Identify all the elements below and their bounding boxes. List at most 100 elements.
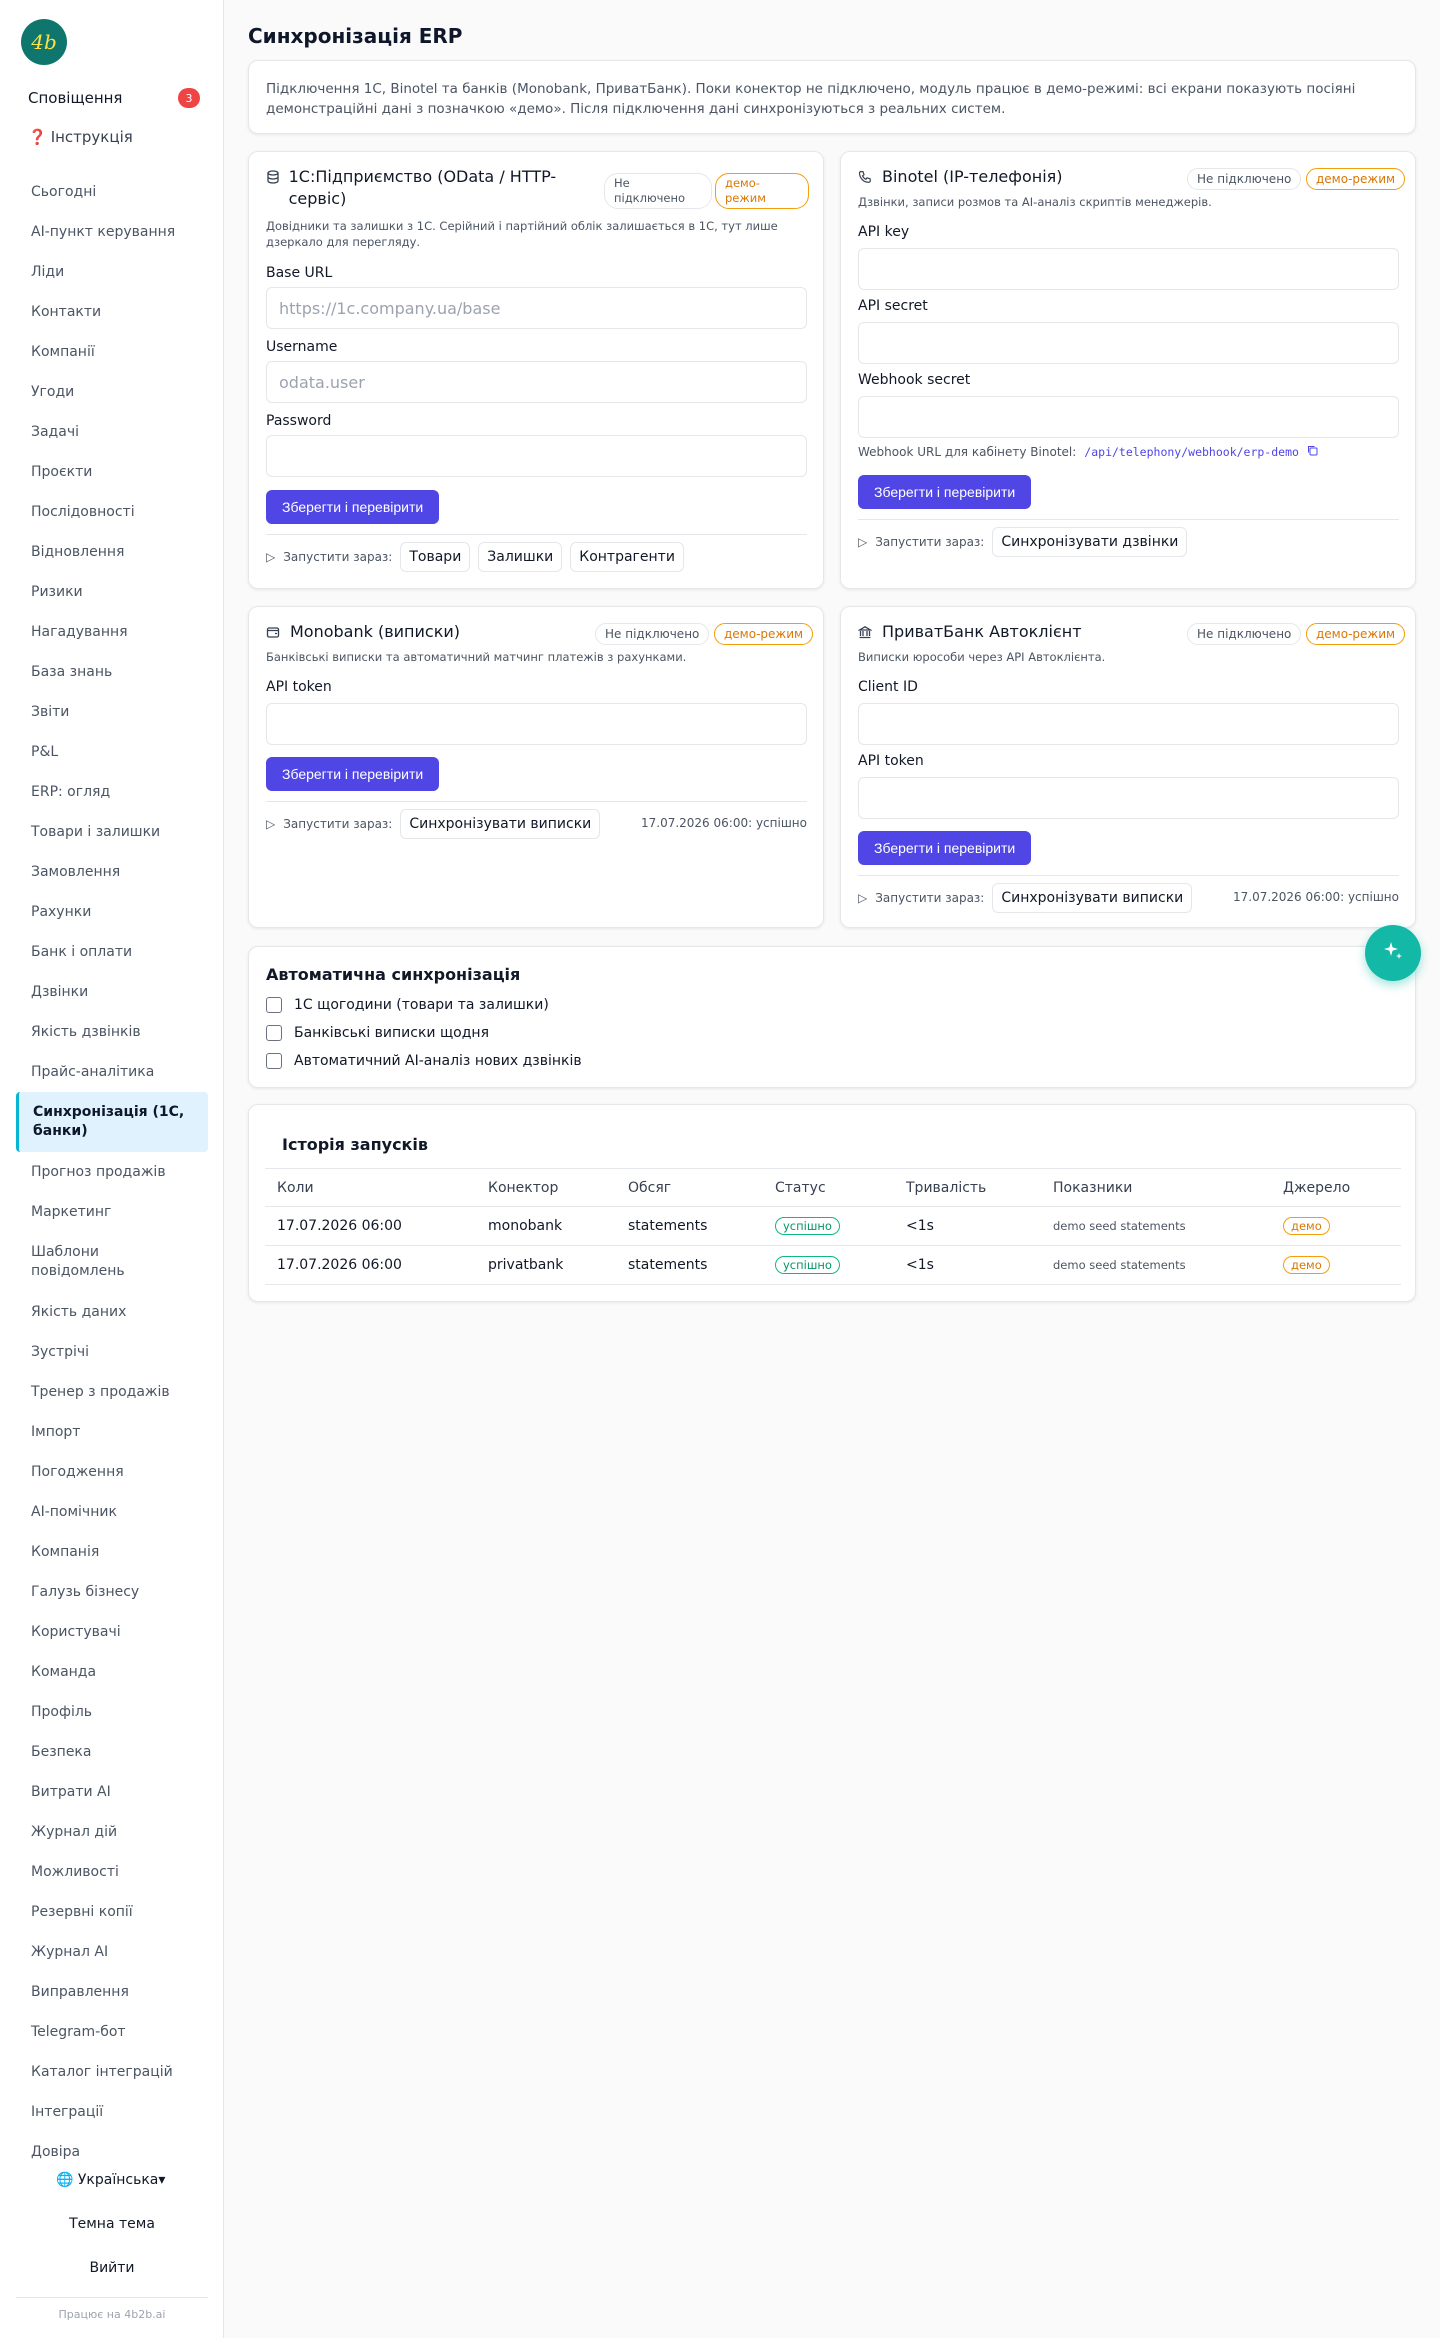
language-select[interactable]: 🌐 Українська▾	[56, 2172, 165, 2188]
last-run-status: 17.07.2026 06:00: успішно	[1232, 890, 1399, 904]
sidebar-item-40[interactable]: Журнал дій	[16, 1812, 208, 1852]
sidebar-item-18[interactable]: Рахунки	[16, 892, 208, 932]
sidebar-item-30[interactable]: Імпорт	[16, 1412, 208, 1452]
sidebar-item-27[interactable]: Якість даних	[16, 1292, 208, 1332]
sidebar-item-26[interactable]: Шаблони повідомлень	[16, 1232, 208, 1292]
api-token-input[interactable]	[266, 703, 807, 745]
sidebar-item-36[interactable]: Команда	[16, 1652, 208, 1692]
checkbox[interactable]	[266, 997, 282, 1013]
sidebar-item-48[interactable]: Довіра	[16, 2132, 208, 2172]
run-counterparties-button[interactable]: Контрагенти	[570, 542, 684, 572]
help-label: Інструкція	[50, 128, 133, 146]
sidebar-item-3[interactable]: Контакти	[16, 292, 208, 332]
copy-icon[interactable]	[1307, 445, 1318, 459]
base-url-input[interactable]: https://1c.company.ua/base	[266, 287, 807, 329]
checkbox[interactable]	[266, 1025, 282, 1041]
sidebar-item-35[interactable]: Користувачі	[16, 1612, 208, 1652]
api-key-input[interactable]	[858, 248, 1399, 290]
notifications-label: Сповіщення	[28, 89, 123, 107]
sidebar-item-16[interactable]: Товари і залишки	[16, 812, 208, 852]
webhook-url-row: Webhook URL для кабінету Binotel: /api/t…	[858, 445, 1318, 459]
client-id-input[interactable]	[858, 703, 1399, 745]
sidebar-item-41[interactable]: Можливості	[16, 1852, 208, 1892]
save-button[interactable]: Зберегти і перевірити	[858, 475, 1032, 509]
sidebar-item-37[interactable]: Профіль	[16, 1692, 208, 1732]
username-input[interactable]: odata.user	[266, 361, 807, 403]
sidebar-item-13[interactable]: Звіти	[16, 692, 208, 732]
run-stock-button[interactable]: Залишки	[478, 542, 563, 572]
sidebar-item-0[interactable]: Сьогодні	[16, 172, 208, 212]
sidebar-item-25[interactable]: Маркетинг	[16, 1192, 208, 1232]
auto-sync-option-1c[interactable]: 1С щогодини (товари та залишки)	[266, 997, 549, 1013]
auto-sync-option-bank[interactable]: Банківські виписки щодня	[266, 1025, 489, 1041]
sidebar-item-1[interactable]: AI-пункт керування	[16, 212, 208, 252]
table-header-row: Коли Конектор Обсяг Статус Тривалість По…	[265, 1168, 1401, 1207]
sidebar-item-21[interactable]: Якість дзвінків	[16, 1012, 208, 1052]
history-title: Історія запусків	[282, 1135, 429, 1154]
sidebar-item-7[interactable]: Проєкти	[16, 452, 208, 492]
powered-by: Працює на 4b2b.ai	[16, 2297, 208, 2321]
sidebar-item-44[interactable]: Виправлення	[16, 1972, 208, 2012]
sidebar-item-15[interactable]: ERP: огляд	[16, 772, 208, 812]
sidebar-item-6[interactable]: Задачі	[16, 412, 208, 452]
auto-sync-option-ai[interactable]: Автоматичний AI-аналіз нових дзвінків	[266, 1053, 582, 1069]
sidebar-item-34[interactable]: Галузь бізнесу	[16, 1572, 208, 1612]
run-now-row: ▷ Запустити зараз: Товари Залишки Контра…	[266, 542, 684, 572]
run-products-button[interactable]: Товари	[400, 542, 471, 572]
api-secret-input[interactable]	[858, 322, 1399, 364]
webhook-secret-label: Webhook secret	[858, 372, 971, 388]
sidebar-item-46[interactable]: Каталог інтеграцій	[16, 2052, 208, 2092]
help-link[interactable]: ❓ Інструкція	[28, 128, 133, 146]
logout-button[interactable]: Вийти	[0, 2260, 224, 2276]
sidebar-item-23[interactable]: Синхронізація (1С, банки)	[16, 1092, 208, 1152]
sidebar-item-42[interactable]: Резервні копії	[16, 1892, 208, 1932]
sidebar-item-17[interactable]: Замовлення	[16, 852, 208, 892]
sidebar-item-19[interactable]: Банк і оплати	[16, 932, 208, 972]
save-button[interactable]: Зберегти і перевірити	[266, 757, 440, 791]
cell-status: успішно	[763, 1206, 894, 1246]
checkbox-label: Автоматичний AI-аналіз нових дзвінків	[294, 1053, 582, 1069]
sidebar-item-9[interactable]: Відновлення	[16, 532, 208, 572]
status-badge-not-connected: Не підключено	[1187, 168, 1302, 190]
divider	[266, 801, 807, 802]
sidebar-item-14[interactable]: P&L	[16, 732, 208, 772]
sidebar-item-12[interactable]: База знань	[16, 652, 208, 692]
webhook-secret-input[interactable]	[858, 396, 1399, 438]
sidebar-item-10[interactable]: Ризики	[16, 572, 208, 612]
sidebar-item-39[interactable]: Витрати AI	[16, 1772, 208, 1812]
sidebar-item-47[interactable]: Інтеграції	[16, 2092, 208, 2132]
sidebar-item-31[interactable]: Погодження	[16, 1452, 208, 1492]
save-button[interactable]: Зберегти і перевірити	[266, 490, 440, 524]
sidebar-item-22[interactable]: Прайс-аналітика	[16, 1052, 208, 1092]
sidebar-item-5[interactable]: Угоди	[16, 372, 208, 412]
sidebar-item-29[interactable]: Тренер з продажів	[16, 1372, 208, 1412]
save-button[interactable]: Зберегти і перевірити	[858, 831, 1032, 865]
sidebar-item-24[interactable]: Прогноз продажів	[16, 1152, 208, 1192]
sidebar-item-28[interactable]: Зустрічі	[16, 1332, 208, 1372]
run-now-row: ▷ Запустити зараз: Синхронізувати дзвінк…	[858, 527, 1188, 557]
sidebar-item-8[interactable]: Послідовності	[16, 492, 208, 532]
api-token-input[interactable]	[858, 777, 1399, 819]
status-badge-not-connected: Не підключено	[595, 623, 710, 645]
sync-statements-button[interactable]: Синхронізувати виписки	[400, 809, 601, 839]
sidebar-item-32[interactable]: AI-помічник	[16, 1492, 208, 1532]
sidebar-item-38[interactable]: Безпека	[16, 1732, 208, 1772]
sync-statements-button[interactable]: Синхронізувати виписки	[992, 883, 1193, 913]
ai-assistant-fab-button[interactable]	[1365, 925, 1421, 981]
sidebar-item-20[interactable]: Дзвінки	[16, 972, 208, 1012]
sync-calls-button[interactable]: Синхронізувати дзвінки	[992, 527, 1188, 557]
theme-toggle-button[interactable]: Темна тема	[0, 2216, 224, 2232]
auto-sync-card: Автоматична синхронізація 1С щогодини (т…	[248, 946, 1416, 1088]
logo[interactable]: 4b	[21, 19, 67, 65]
password-input[interactable]	[266, 435, 807, 477]
notifications-link[interactable]: Сповіщення 3	[20, 86, 200, 110]
sidebar-item-4[interactable]: Компанії	[16, 332, 208, 372]
run-now-label: Запустити зараз:	[875, 891, 985, 905]
sidebar-item-11[interactable]: Нагадування	[16, 612, 208, 652]
checkbox[interactable]	[266, 1053, 282, 1069]
intro-text: Підключення 1С, Binotel та банків (Monob…	[266, 81, 1356, 117]
sidebar-item-33[interactable]: Компанія	[16, 1532, 208, 1572]
sidebar-item-43[interactable]: Журнал AI	[16, 1932, 208, 1972]
sidebar-item-45[interactable]: Telegram-бот	[16, 2012, 208, 2052]
sidebar-item-2[interactable]: Ліди	[16, 252, 208, 292]
